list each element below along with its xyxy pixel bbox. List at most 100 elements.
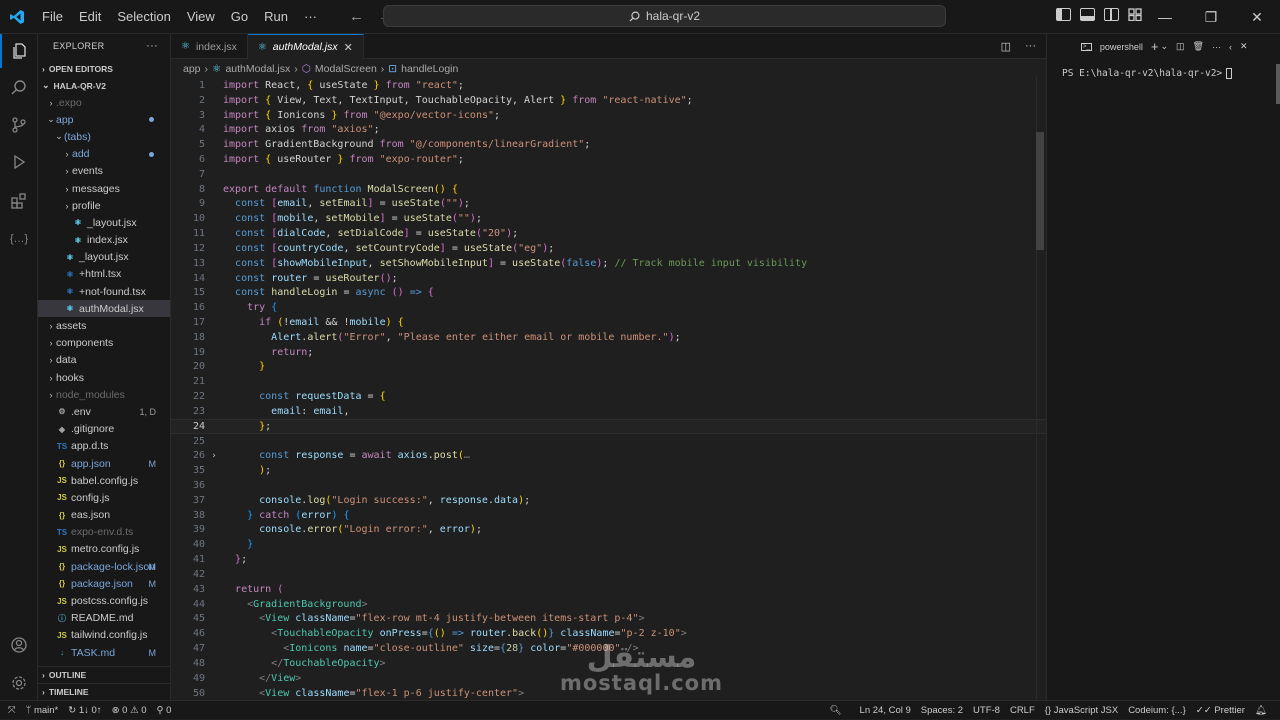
code-line[interactable]: 2 import { View, Text, TextInput, Touchab… <box>171 93 1046 108</box>
zoom-icon[interactable]: 🔍︎ <box>824 705 846 716</box>
search-sidebar-icon[interactable] <box>0 71 38 105</box>
code-line[interactable]: 5 import GradientBackground from "@/compo… <box>171 137 1046 152</box>
code-line[interactable]: 3 import { Ionicons } from "@expo/vector-… <box>171 108 1046 123</box>
code-line[interactable]: 1 import React, { useState } from "react"… <box>171 78 1046 93</box>
code-line[interactable]: 16 try { <box>171 300 1046 315</box>
code-line[interactable]: 49 </View> <box>171 671 1046 686</box>
command-center-search[interactable]: hala-qr-v2 <box>383 5 946 27</box>
code-line[interactable]: 14 const router = useRouter(); <box>171 271 1046 286</box>
code-line[interactable]: 46 <TouchableOpacity onPress={() => rout… <box>171 626 1046 641</box>
tab-authmodal-jsx[interactable]: ⚛ authModal.jsx ✕ <box>247 34 364 59</box>
folder-item[interactable]: › assets <box>38 317 170 334</box>
code-line[interactable]: 35 ); <box>171 463 1046 478</box>
file-item[interactable]: JS tailwind.config.js <box>38 627 170 644</box>
close-window-icon[interactable]: ✕ <box>1234 0 1280 34</box>
breadcrumb-file[interactable]: authModal.jsx <box>225 63 290 75</box>
chevron-down-icon[interactable]: ⌄ <box>1160 41 1168 52</box>
chevron-left-icon[interactable]: ‹ <box>1229 42 1232 52</box>
code-line[interactable]: 19 return; <box>171 345 1046 360</box>
editor-scrollbar[interactable] <box>1036 76 1046 700</box>
more-actions-icon[interactable]: ··· <box>1025 40 1036 53</box>
project-section[interactable]: ⌄ HALA-QR-V2 <box>38 77 170 94</box>
split-terminal-icon[interactable]: ◫ <box>1176 41 1185 52</box>
code-line[interactable]: 36 <box>171 478 1046 493</box>
trash-icon[interactable]: 🗑 <box>1193 41 1204 52</box>
git-branch[interactable]: ᛘ main* <box>21 705 64 716</box>
code-line[interactable]: 8 export default function ModalScreen() { <box>171 182 1046 197</box>
code-line[interactable]: 13 const [showMobileInput, setShowMobile… <box>171 256 1046 271</box>
code-line[interactable]: 25 <box>171 434 1046 449</box>
file-item[interactable]: JS postcss.config.js <box>38 592 170 609</box>
menu-item-file[interactable]: File <box>34 0 71 34</box>
file-item[interactable]: TS expo-env.d.ts <box>38 524 170 541</box>
file-item[interactable]: ⓘ README.md <box>38 610 170 627</box>
code-line[interactable]: 22 const requestData = { <box>171 389 1046 404</box>
menu-item-run[interactable]: Run <box>256 0 296 34</box>
code-line[interactable]: 47 <Ionicons name="close-outline" size={… <box>171 641 1046 656</box>
ports-count[interactable]: ⚲ 0 <box>152 705 177 716</box>
toggle-secondary-sidebar-icon[interactable] <box>1104 8 1119 21</box>
file-item[interactable]: ⚛ _layout.jsx <box>38 249 170 266</box>
code-line[interactable]: 48 </TouchableOpacity> <box>171 656 1046 671</box>
code-line[interactable]: 44 <GradientBackground> <box>171 597 1046 612</box>
outline-section[interactable]: › OUTLINE <box>38 666 170 683</box>
folder-item[interactable]: › messages <box>38 180 170 197</box>
remote-icon[interactable]: ⤧ <box>0 705 21 716</box>
breadcrumb-folder[interactable]: app <box>183 63 201 75</box>
code-line[interactable]: 23 email: email, <box>171 404 1046 419</box>
code-line[interactable]: 43 return ( <box>171 582 1046 597</box>
close-tab-icon[interactable]: ✕ <box>344 41 353 54</box>
file-item[interactable]: TS app.d.ts <box>38 438 170 455</box>
code-line[interactable]: 24 }; <box>171 418 1046 434</box>
language-mode[interactable]: {} JavaScript JSX <box>1040 705 1123 716</box>
code-line[interactable]: 40 } <box>171 537 1046 552</box>
notifications-bell-icon[interactable]: 🔔︎ <box>1250 705 1272 716</box>
code-line[interactable]: 12 const [countryCode, setCountryCode] =… <box>171 241 1046 256</box>
codeium-status[interactable]: Codeium: {...} <box>1123 705 1191 716</box>
file-item[interactable]: ⚛ authModal.jsx <box>38 300 170 318</box>
file-item[interactable]: JS config.js <box>38 489 170 506</box>
code-line[interactable]: 20 } <box>171 360 1046 375</box>
explorer-more-icon[interactable]: ··· <box>146 40 158 52</box>
folder-item[interactable]: › node_modules <box>38 386 170 403</box>
accounts-icon[interactable] <box>0 628 38 662</box>
code-line[interactable]: 38 } catch (error) { <box>171 508 1046 523</box>
problems-count[interactable]: ⊗ 0 ⚠ 0 <box>107 705 152 716</box>
explorer-icon[interactable] <box>0 34 38 68</box>
code-line[interactable]: 21 <box>171 374 1046 389</box>
back-arrow-icon[interactable]: ← <box>349 8 364 25</box>
extensions-icon[interactable] <box>0 184 38 218</box>
tab-index-jsx[interactable]: ⚛ index.jsx <box>171 34 248 59</box>
folder-item[interactable]: › data <box>38 352 170 369</box>
code-line[interactable]: 45 <View className="flex-row mt-4 justif… <box>171 612 1046 627</box>
code-line[interactable]: 9 const [email, setEmail] = useState("")… <box>171 197 1046 212</box>
menu-item-selection[interactable]: Selection <box>109 0 178 34</box>
file-item[interactable]: ⚙ .env 1, D <box>38 403 170 420</box>
minimize-icon[interactable]: — <box>1142 0 1188 34</box>
file-item[interactable]: {} eas.json <box>38 507 170 524</box>
terminal-scrollbar[interactable] <box>1276 64 1280 104</box>
file-item[interactable]: JS babel.config.js <box>38 472 170 489</box>
code-line[interactable]: 26 › const response = await axios.post(… <box>171 449 1046 464</box>
file-item[interactable]: {} package-lock.json M <box>38 558 170 575</box>
encoding[interactable]: UTF-8 <box>968 705 1005 716</box>
scrollbar-thumb[interactable] <box>1036 132 1044 250</box>
timeline-section[interactable]: › TIMELINE <box>38 683 170 700</box>
code-line[interactable]: 15 const handleLogin = async () => { <box>171 285 1046 300</box>
breadcrumb-symbol[interactable]: ModalScreen <box>315 63 377 75</box>
new-terminal-icon[interactable]: + <box>1151 39 1159 54</box>
code-line[interactable]: 41 }; <box>171 552 1046 567</box>
file-item[interactable]: ⚛ index.jsx <box>38 232 170 249</box>
run-debug-icon[interactable] <box>0 145 38 179</box>
code-line[interactable]: 18 Alert.alert("Error", "Please enter ei… <box>171 330 1046 345</box>
menu-item-edit[interactable]: Edit <box>71 0 109 34</box>
folder-item[interactable]: › hooks <box>38 369 170 386</box>
code-line[interactable]: 10 const [mobile, setMobile] = useState(… <box>171 211 1046 226</box>
code-line[interactable]: 11 const [dialCode, setDialCode] = useSt… <box>171 226 1046 241</box>
menu-item-view[interactable]: View <box>179 0 223 34</box>
file-item[interactable]: ↓ TASK.md M <box>38 644 170 661</box>
menu-item-more[interactable]: ··· <box>296 0 325 34</box>
menu-item-go[interactable]: Go <box>223 0 256 34</box>
folder-item[interactable]: › add <box>38 146 170 163</box>
code-line[interactable]: 39 console.error("Login error:", error); <box>171 523 1046 538</box>
